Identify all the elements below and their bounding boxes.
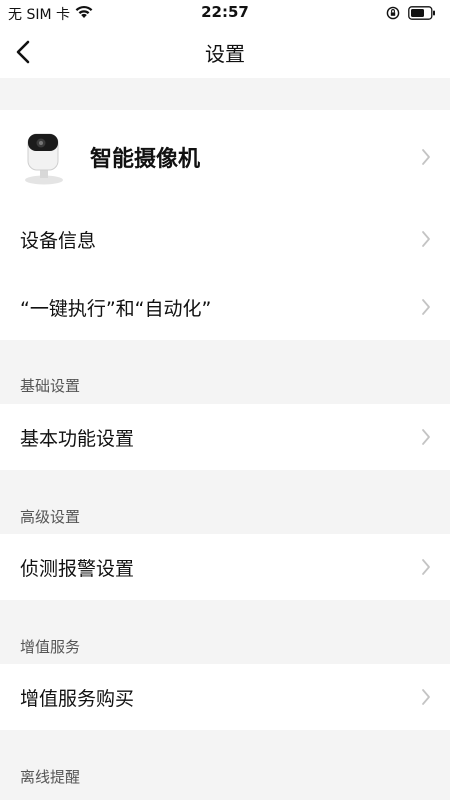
chevron-right-icon	[422, 299, 430, 315]
detection-alarm-row[interactable]: 侦测报警设置	[0, 534, 450, 600]
chevron-right-icon	[422, 231, 430, 247]
section-basic-header: 基础设置	[20, 377, 81, 395]
page-title: 设置	[205, 42, 245, 66]
status-bar: 无 SIM 卡 22:57	[0, 0, 450, 26]
automation-label: “一键执行”和“自动化”	[20, 297, 212, 320]
device-info-label: 设备信息	[20, 229, 97, 252]
device-info-row[interactable]: 设备信息	[0, 204, 450, 274]
automation-row[interactable]: “一键执行”和“自动化”	[0, 274, 450, 340]
nav-bar: 设置	[0, 26, 450, 78]
chevron-right-icon	[422, 429, 430, 445]
device-row[interactable]: 智能摄像机	[0, 110, 450, 204]
battery-icon	[408, 5, 436, 24]
section-value-added-header: 增值服务	[20, 638, 81, 656]
value-added-purchase-row[interactable]: 增值服务购买	[0, 664, 450, 730]
basic-function-label: 基本功能设置	[20, 427, 135, 450]
camera-icon	[20, 128, 68, 186]
detection-alarm-label: 侦测报警设置	[20, 557, 135, 580]
basic-function-row[interactable]: 基本功能设置	[0, 404, 450, 470]
chevron-right-icon	[422, 149, 430, 165]
section-offline-header: 离线提醒	[20, 768, 81, 786]
section-advanced-header: 高级设置	[20, 508, 81, 526]
chevron-right-icon	[422, 559, 430, 575]
orientation-lock-icon	[386, 5, 400, 24]
status-right	[386, 5, 436, 24]
device-name: 智能摄像机	[90, 147, 201, 172]
value-added-purchase-label: 增值服务购买	[20, 687, 135, 710]
chevron-right-icon	[422, 689, 430, 705]
status-time: 22:57	[201, 3, 249, 21]
